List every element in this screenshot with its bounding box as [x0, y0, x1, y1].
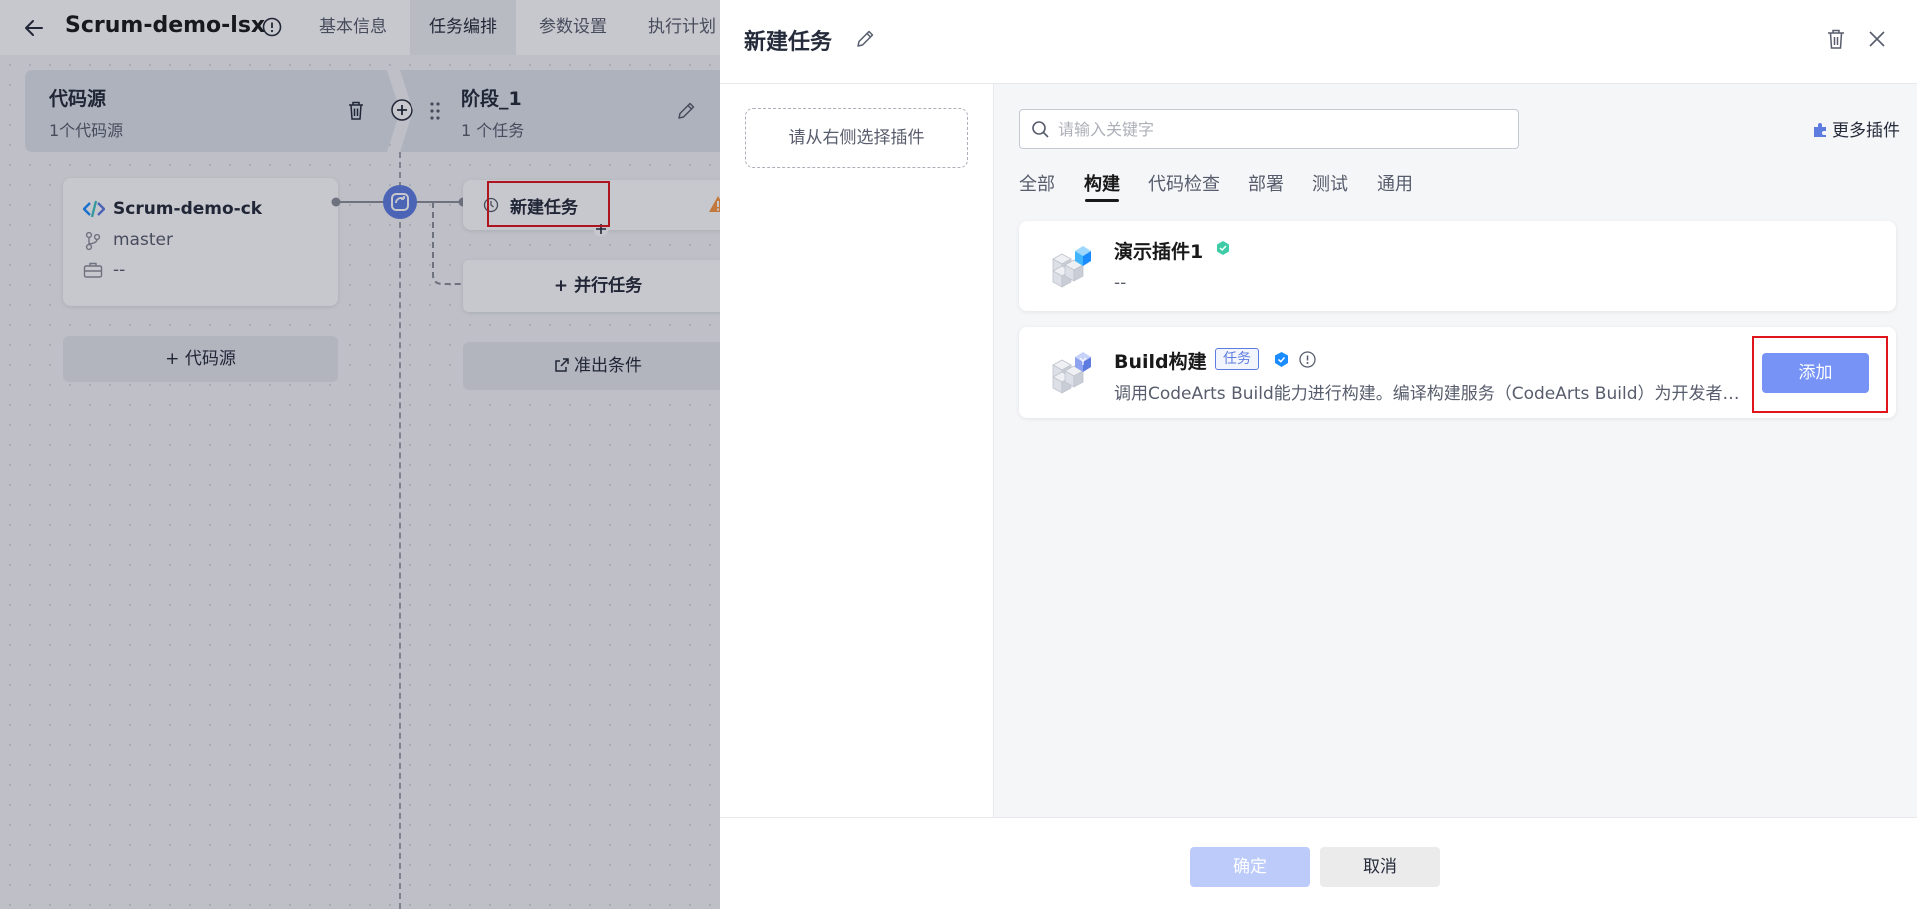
- modal-overlay[interactable]: [0, 0, 720, 909]
- active-tab-indicator: [1085, 199, 1119, 202]
- plugin-name: Build构建: [1114, 351, 1207, 373]
- drawer-header: 新建任务: [720, 0, 1917, 84]
- plugin-card-demo[interactable]: 演示插件1 --: [1019, 221, 1896, 311]
- plugin-library-panel: 更多插件 全部 构建 代码检查 部署 测试 通用 演示插件1 --: [994, 84, 1917, 817]
- plugin-cube-icon: [1052, 352, 1091, 394]
- category-tab-general[interactable]: 通用: [1377, 170, 1413, 196]
- delete-icon[interactable]: [1825, 28, 1847, 50]
- close-icon[interactable]: [1866, 28, 1888, 50]
- highlight-add-box: [1752, 336, 1888, 413]
- plugin-cube-icon: [1052, 246, 1091, 288]
- drawer-footer: 确定 取消: [720, 817, 1917, 909]
- info-icon[interactable]: [1298, 350, 1317, 369]
- plugin-description: --: [1114, 273, 1127, 293]
- category-tab-all[interactable]: 全部: [1019, 170, 1055, 196]
- category-tab-deploy[interactable]: 部署: [1248, 170, 1284, 196]
- search-input[interactable]: [1058, 110, 1508, 148]
- plugin-placeholder: 请从右侧选择插件: [745, 108, 968, 168]
- cancel-button[interactable]: 取消: [1320, 847, 1440, 887]
- verified-badge-icon: [1217, 241, 1229, 255]
- category-tab-test[interactable]: 测试: [1312, 170, 1348, 196]
- puzzle-icon: [1814, 123, 1826, 137]
- plugin-card-build[interactable]: Build构建 任务 调用CodeArts Build能力进行构建。编译构建服务…: [1019, 327, 1896, 418]
- official-badge-icon: [1275, 352, 1288, 367]
- new-task-drawer: 新建任务 请从右侧选择插件 更多插件 全部 构建 代码检查: [720, 0, 1917, 909]
- plugin-search[interactable]: [1019, 109, 1519, 149]
- edit-title-icon[interactable]: [854, 28, 876, 50]
- plugin-name: 演示插件1: [1114, 241, 1204, 263]
- drawer-title: 新建任务: [744, 30, 833, 55]
- confirm-button[interactable]: 确定: [1190, 847, 1310, 887]
- selected-plugin-panel: 请从右侧选择插件: [720, 84, 994, 817]
- category-tab-build[interactable]: 构建: [1084, 170, 1120, 196]
- plugin-description: 调用CodeArts Build能力进行构建。编译构建服务（CodeArts B…: [1114, 384, 1744, 404]
- search-icon: [1032, 121, 1049, 138]
- more-plugins-link[interactable]: 更多插件: [1812, 116, 1900, 141]
- plugin-type-tag: 任务: [1215, 348, 1259, 370]
- category-tab-code-check[interactable]: 代码检查: [1148, 170, 1220, 196]
- more-plugins-label: 更多插件: [1832, 121, 1900, 141]
- pipeline-editor-background: Scrum-demo-lsx 基本信息 任务编排 参数设置 执行计划 代码源 1…: [0, 0, 720, 909]
